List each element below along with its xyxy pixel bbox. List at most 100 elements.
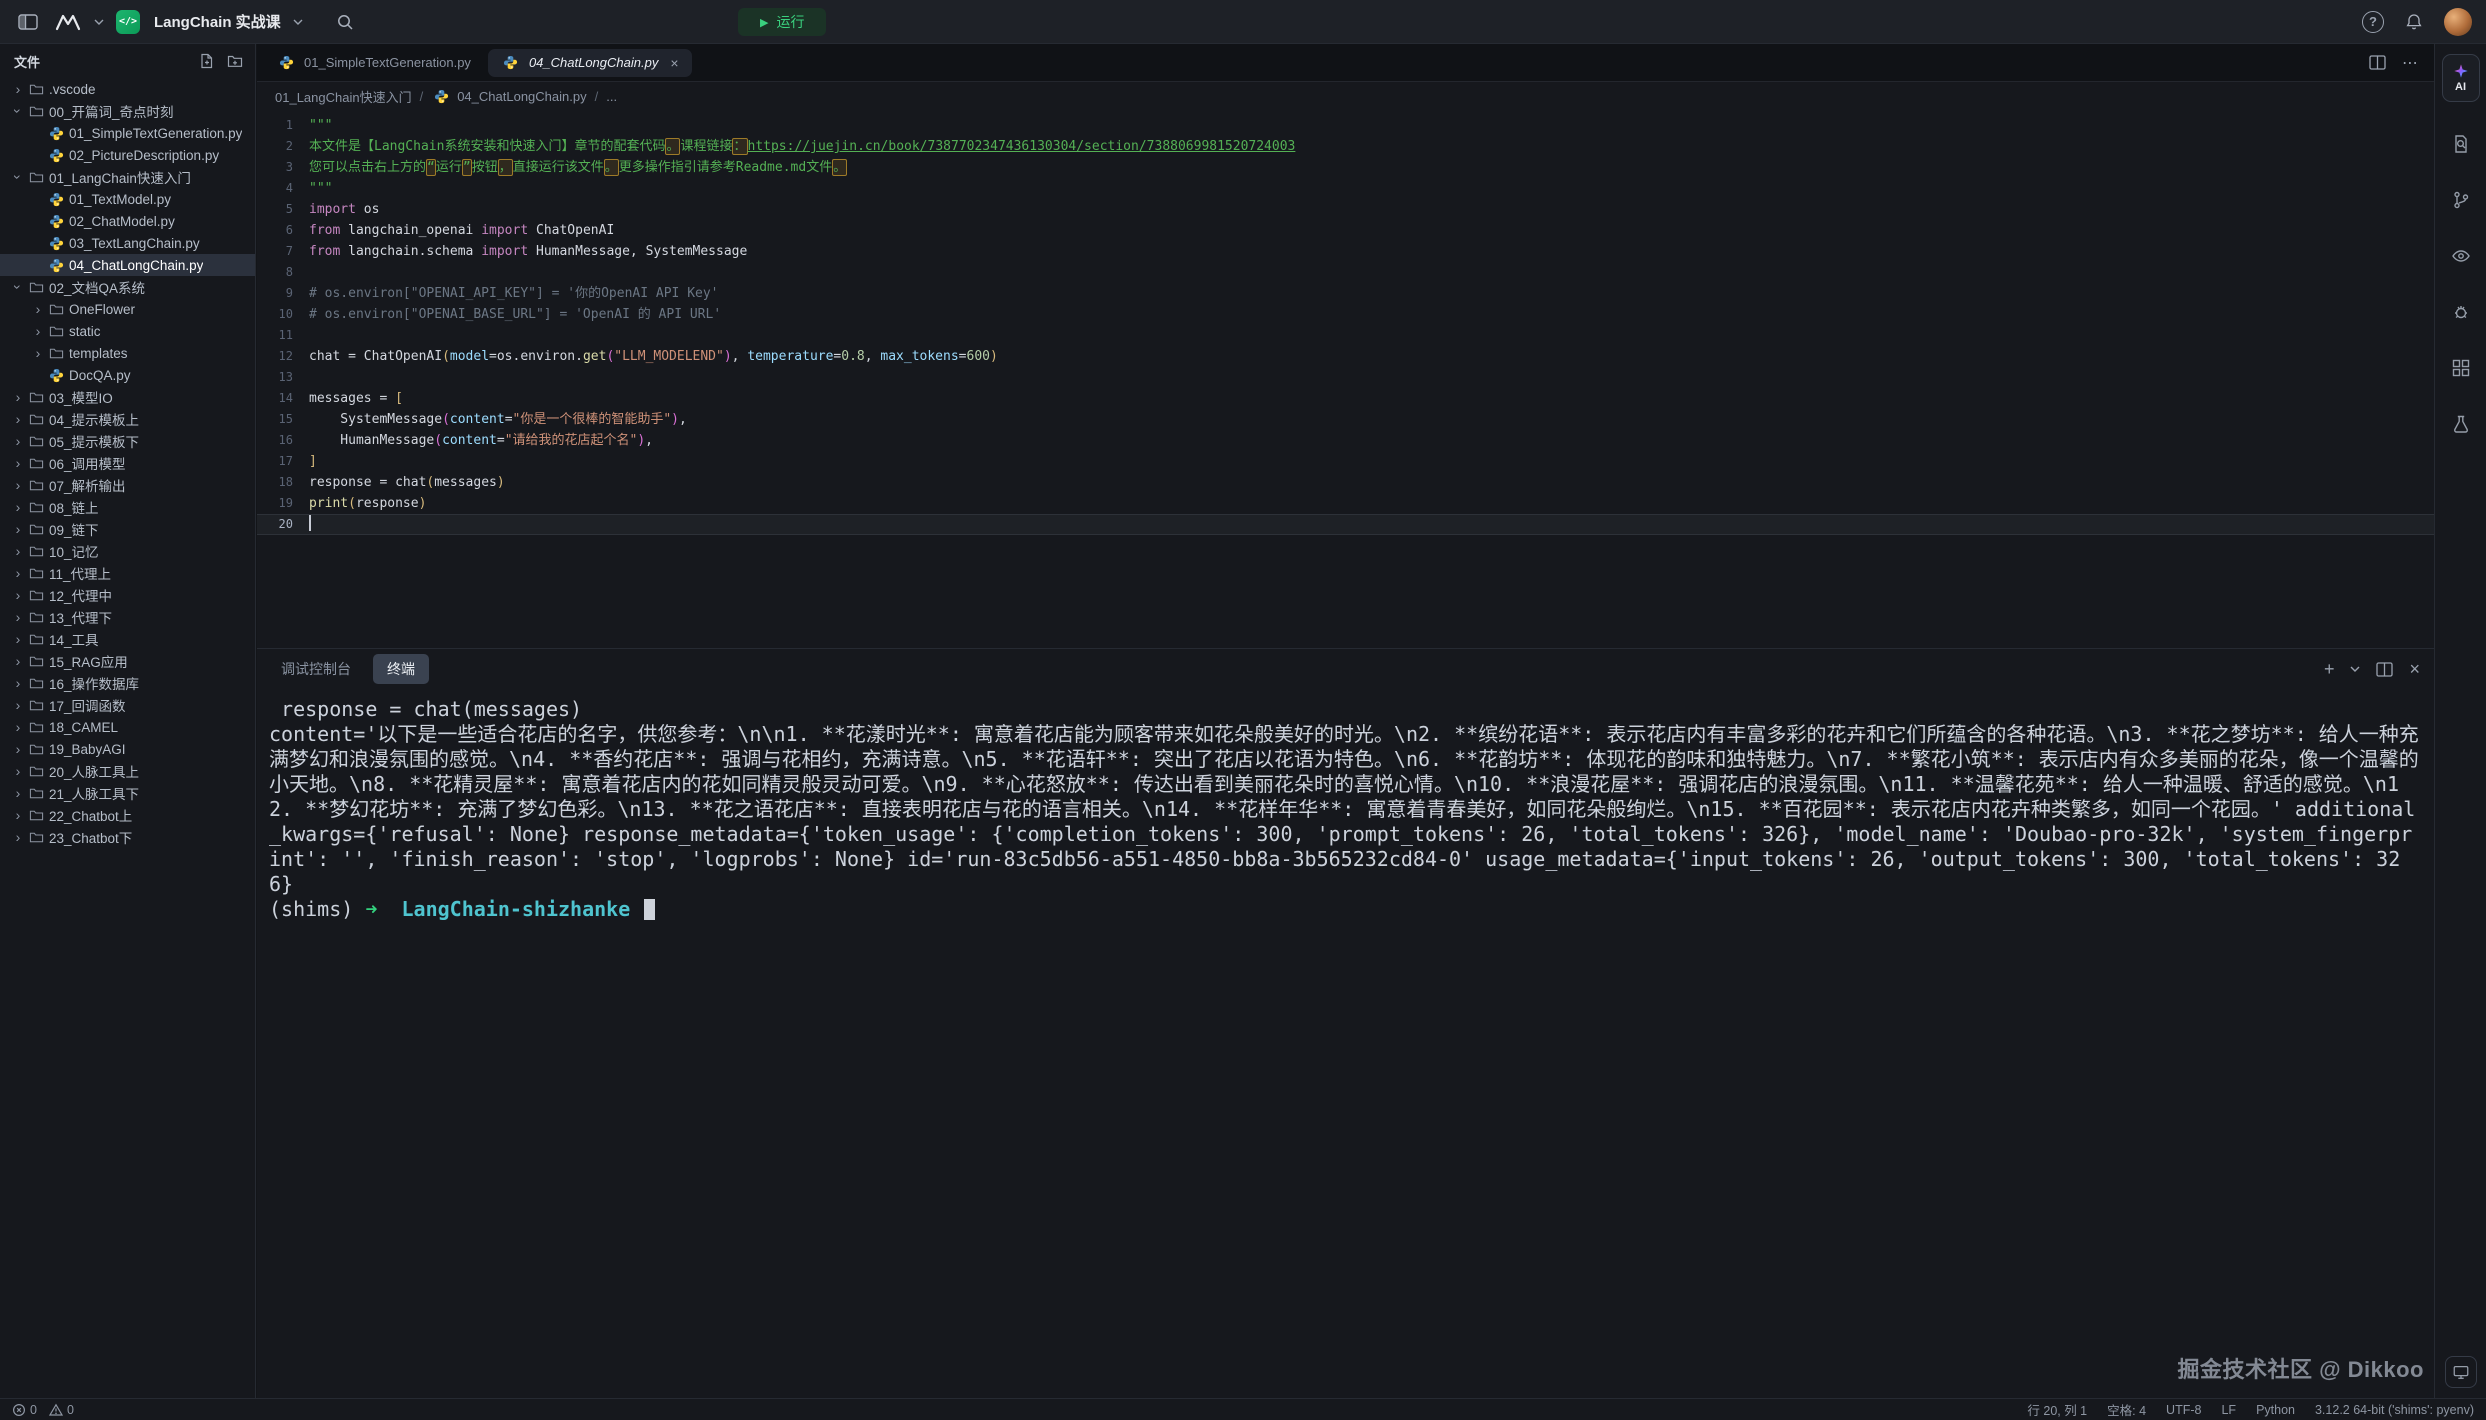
problems-indicators[interactable]: 0 0 [12, 1403, 74, 1417]
tree-folder[interactable]: ›22_Chatbot上 [0, 804, 255, 826]
breadcrumb-item[interactable]: 04_ChatLongChain.py [431, 89, 586, 104]
line-content: 本文件是【LangChain系统安装和快速入门】章节的配套代码。课程链接：htt… [309, 136, 1295, 157]
new-folder-icon[interactable] [227, 53, 243, 69]
tree-file[interactable]: 01_TextModel.py [0, 188, 255, 210]
tree-folder[interactable]: ›08_链上 [0, 496, 255, 518]
tree-file[interactable]: 01_SimpleTextGeneration.py [0, 122, 255, 144]
statusbar-item[interactable]: LF [2221, 1403, 2236, 1417]
terminal-line: content='以下是一些适合花店的名字，供您参考：\n\n1. **花漾时光… [269, 722, 2420, 897]
tree-folder[interactable]: ›13_代理下 [0, 606, 255, 628]
play-icon: ▶ [760, 16, 768, 29]
new-terminal-icon[interactable]: + [2324, 660, 2335, 678]
tree-folder[interactable]: ›OneFlower [0, 298, 255, 320]
terminal-dropdown-icon[interactable] [2350, 666, 2360, 672]
sidebar-toggle-icon[interactable] [14, 8, 42, 36]
remote-monitor-icon[interactable] [2445, 1356, 2477, 1388]
tree-folder[interactable]: ›19_BabyAGI [0, 738, 255, 760]
tab-terminal[interactable]: 终端 [373, 654, 429, 684]
logo-chevron-down-icon[interactable] [94, 19, 104, 25]
split-editor-icon[interactable] [2369, 55, 2386, 70]
breadcrumb-item[interactable]: ... [606, 89, 617, 104]
tree-folder[interactable]: ›00_开篇词_奇点时刻 [0, 100, 255, 122]
tree-folder[interactable]: ›04_提示模板上 [0, 408, 255, 430]
more-actions-icon[interactable]: ⋯ [2402, 53, 2418, 73]
tree-folder[interactable]: ›03_模型IO [0, 386, 255, 408]
editor-tab[interactable]: 01_SimpleTextGeneration.py [263, 49, 484, 77]
testing-flask-icon[interactable] [2445, 408, 2477, 440]
tree-folder[interactable]: ›06_调用模型 [0, 452, 255, 474]
tree-folder[interactable]: ›18_CAMEL [0, 716, 255, 738]
file-search-icon[interactable] [2445, 128, 2477, 160]
run-button[interactable]: ▶ 运行 [738, 8, 826, 36]
breadcrumb-item[interactable]: 01_LangChain快速入门 [275, 87, 412, 106]
chevron-icon: › [30, 345, 46, 361]
folder-icon [26, 522, 46, 537]
statusbar-item[interactable]: UTF-8 [2166, 1403, 2201, 1417]
tree-file[interactable]: DocQA.py [0, 364, 255, 386]
line-number: 11 [257, 325, 309, 346]
statusbar-item[interactable]: Python [2256, 1403, 2295, 1417]
errors-indicator[interactable]: 0 [12, 1403, 37, 1417]
split-terminal-icon[interactable] [2376, 662, 2393, 677]
tree-folder[interactable]: ›01_LangChain快速入门 [0, 166, 255, 188]
debug-bug-icon[interactable] [2445, 296, 2477, 328]
tree-folder[interactable]: ›05_提示模板下 [0, 430, 255, 452]
statusbar-item[interactable]: 行 20, 列 1 [2027, 1400, 2087, 1419]
close-panel-icon[interactable]: × [2409, 660, 2420, 678]
tree-folder[interactable]: ›07_解析输出 [0, 474, 255, 496]
close-tab-icon[interactable]: × [670, 55, 678, 71]
tree-folder[interactable]: ›11_代理上 [0, 562, 255, 584]
app-logo-icon[interactable] [54, 8, 82, 36]
tree-folder[interactable]: ›16_操作数据库 [0, 672, 255, 694]
tree-folder[interactable]: ›20_人脉工具上 [0, 760, 255, 782]
tree-folder[interactable]: ›09_链下 [0, 518, 255, 540]
tab-debug-console[interactable]: 调试控制台 [271, 654, 361, 684]
help-icon[interactable]: ? [2362, 11, 2384, 33]
workspace-title[interactable]: LangChain 实战课 [154, 11, 281, 32]
tree-folder[interactable]: ›14_工具 [0, 628, 255, 650]
tree-file[interactable]: 02_PictureDescription.py [0, 144, 255, 166]
folder-icon [26, 82, 46, 97]
user-avatar[interactable] [2444, 8, 2472, 36]
tree-folder[interactable]: ›templates [0, 342, 255, 364]
tree-folder[interactable]: ›10_记忆 [0, 540, 255, 562]
statusbar-item[interactable]: 空格: 4 [2107, 1400, 2146, 1419]
tree-item-label: 18_CAMEL [49, 720, 118, 735]
terminal-prompt[interactable]: (shims) ➜ LangChain-shizhanke [269, 897, 2420, 922]
rail-icons [2445, 128, 2477, 440]
tree-folder[interactable]: ›17_回调函数 [0, 694, 255, 716]
notifications-bell-icon[interactable] [2400, 8, 2428, 36]
tree-folder[interactable]: ›02_文档QA系统 [0, 276, 255, 298]
warnings-indicator[interactable]: 0 [49, 1403, 74, 1417]
tree-folder[interactable]: ›.vscode [0, 78, 255, 100]
tree-folder[interactable]: ›static [0, 320, 255, 342]
code-line: 6from langchain_openai import ChatOpenAI [257, 220, 2434, 241]
tree-folder[interactable]: ›12_代理中 [0, 584, 255, 606]
workspace-chevron-down-icon[interactable] [293, 19, 303, 25]
code-line: 1""" [257, 115, 2434, 136]
search-icon[interactable] [331, 8, 359, 36]
line-number: 16 [257, 430, 309, 451]
tree-folder[interactable]: ›15_RAG应用 [0, 650, 255, 672]
preview-eye-icon[interactable] [2445, 240, 2477, 272]
extensions-grid-icon[interactable] [2445, 352, 2477, 384]
tree-file[interactable]: 04_ChatLongChain.py [0, 254, 255, 276]
tree-folder[interactable]: ›23_Chatbot下 [0, 826, 255, 848]
tree-folder[interactable]: ›21_人脉工具下 [0, 782, 255, 804]
tree-item-label: 07_解析输出 [49, 475, 126, 495]
file-explorer-sidebar: 文件 ›.vscode›00_开篇词_奇点时刻01_SimpleTextGene… [0, 44, 256, 1398]
code-line: 18response = chat(messages) [257, 472, 2434, 493]
statusbar-item[interactable]: 3.12.2 64-bit ('shims': pyenv) [2315, 1403, 2474, 1417]
code-editor[interactable]: 1"""2本文件是【LangChain系统安装和快速入门】章节的配套代码。课程链… [257, 110, 2434, 535]
terminal[interactable]: response = chat(messages)content='以下是一些适… [257, 689, 2434, 922]
editor-tabs: 01_SimpleTextGeneration.py04_ChatLongCha… [257, 44, 692, 81]
source-control-branch-icon[interactable] [2445, 184, 2477, 216]
panel-header: 调试控制台终端 + × [257, 649, 2434, 689]
editor-tab[interactable]: 04_ChatLongChain.py× [488, 49, 692, 77]
tree-item-label: 05_提示模板下 [49, 431, 139, 451]
course-badge-icon[interactable]: </> [116, 10, 140, 34]
tree-file[interactable]: 02_ChatModel.py [0, 210, 255, 232]
tree-file[interactable]: 03_TextLangChain.py [0, 232, 255, 254]
new-file-icon[interactable] [199, 53, 215, 69]
ai-assistant-button[interactable]: AI [2442, 54, 2480, 102]
